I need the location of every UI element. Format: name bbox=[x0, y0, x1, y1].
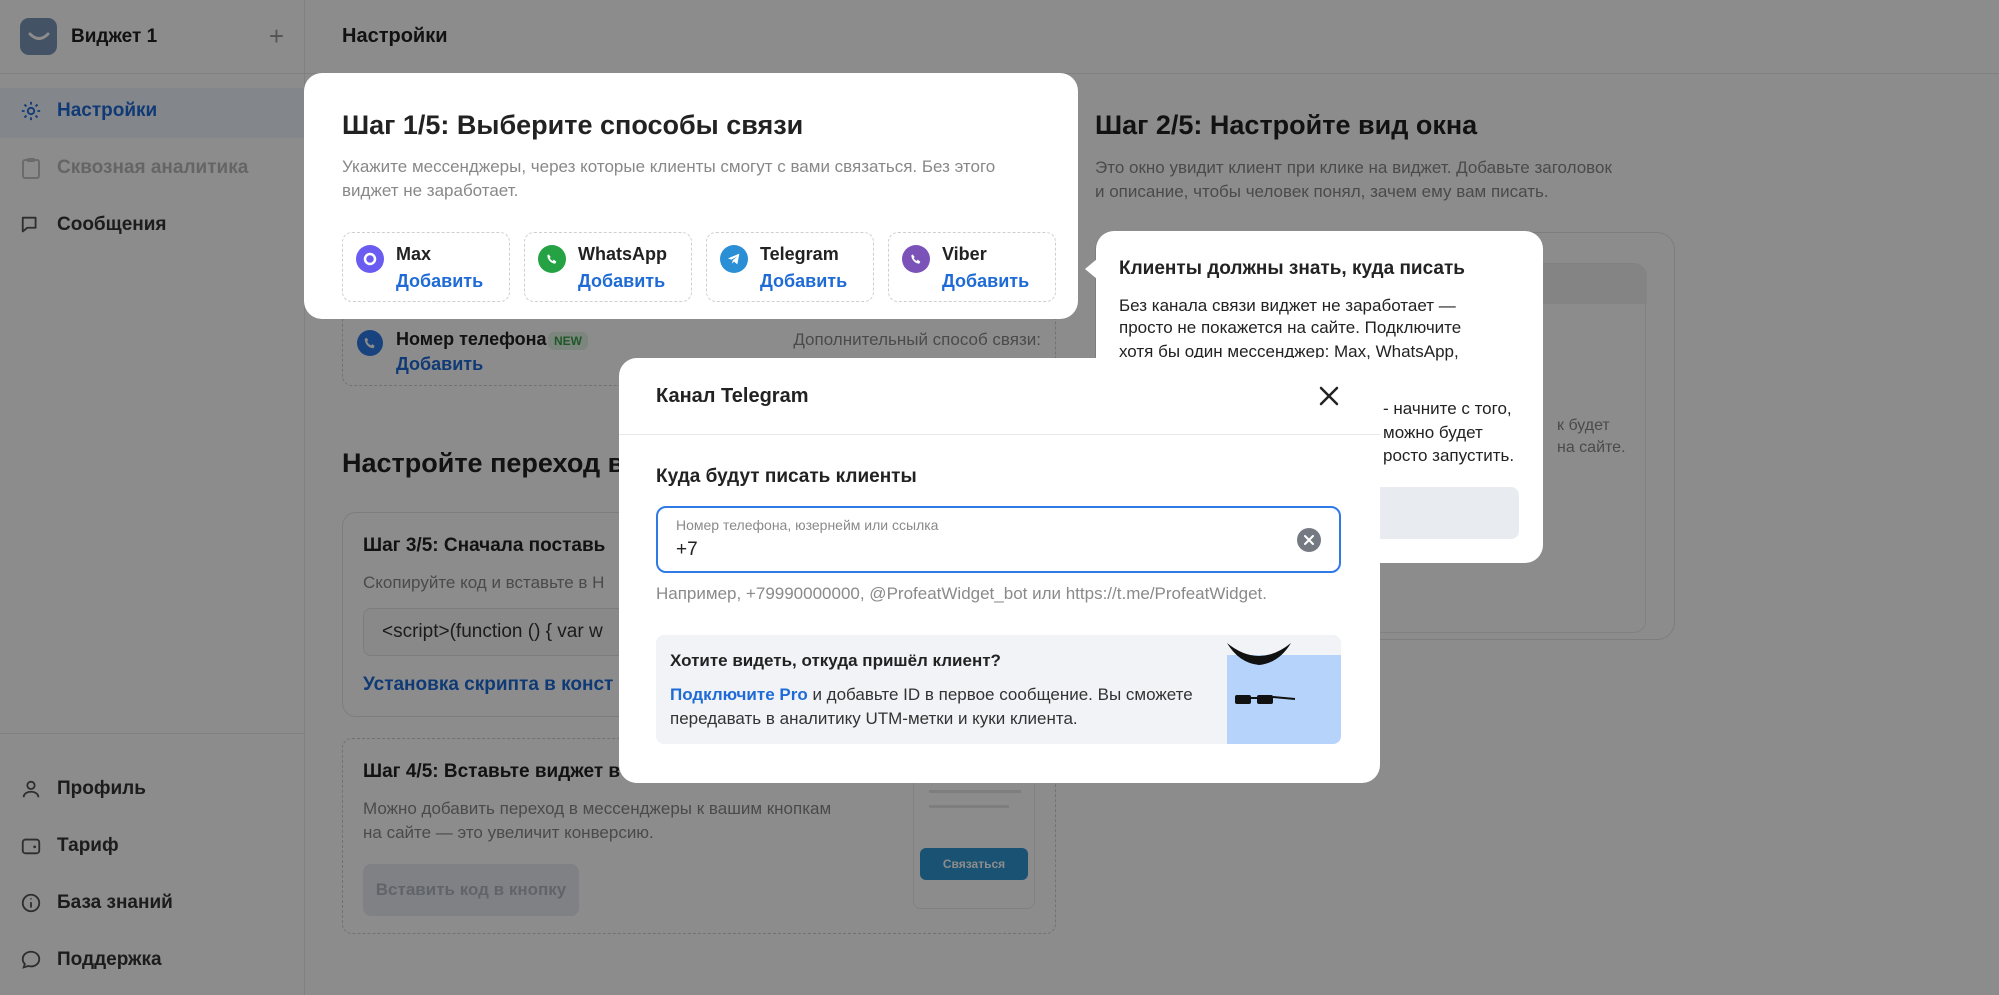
messenger-viber[interactable]: Viber Добавить bbox=[888, 232, 1056, 302]
step1-desc-line1: Укажите мессенджеры, через которые клиен… bbox=[342, 157, 996, 176]
add-telegram-link[interactable]: Добавить bbox=[760, 271, 847, 292]
messenger-name: WhatsApp bbox=[578, 244, 667, 264]
input-hint: Например, +79990000000, @ProfeatWidget_b… bbox=[656, 584, 1267, 603]
tooltip-line: Без канала связи виджет не заработает — bbox=[1119, 296, 1456, 315]
section-label: Куда будут писать клиенты bbox=[656, 466, 917, 487]
pro-promo-title: Хотите видеть, откуда пришёл клиент? bbox=[670, 651, 1001, 670]
messenger-whatsapp[interactable]: WhatsApp Добавить bbox=[524, 232, 692, 302]
tooltip-line: можно будет bbox=[1383, 423, 1483, 442]
tooltip-line: росто запустить. bbox=[1383, 446, 1515, 465]
modal-header: Канал Telegram bbox=[619, 358, 1380, 435]
add-viber-link[interactable]: Добавить bbox=[942, 271, 1029, 292]
close-icon[interactable] bbox=[1315, 382, 1343, 410]
step1-desc-line2: виджет не заработает. bbox=[342, 181, 519, 200]
telegram-contact-input[interactable] bbox=[676, 539, 1276, 561]
viber-icon bbox=[902, 245, 930, 273]
telegram-channel-modal: Канал Telegram Куда будут писать клиенты… bbox=[619, 358, 1380, 783]
add-whatsapp-link[interactable]: Добавить bbox=[578, 271, 665, 292]
detective-illustration-icon bbox=[1227, 643, 1296, 704]
messenger-name: Max bbox=[396, 244, 432, 264]
step1-title: Шаг 1/5: Выберите способы связи bbox=[342, 110, 804, 140]
modal-title: Канал Telegram bbox=[656, 384, 809, 407]
messenger-max[interactable]: Max Добавить bbox=[342, 232, 510, 302]
input-floating-label: Номер телефона, юзернейм или ссылка bbox=[676, 517, 939, 533]
tooltip-title: Клиенты должны знать, куда писать bbox=[1119, 258, 1465, 279]
add-max-link[interactable]: Добавить bbox=[396, 271, 483, 292]
clear-input-icon[interactable] bbox=[1297, 528, 1321, 552]
connect-pro-link[interactable]: Подключите Pro bbox=[670, 685, 808, 704]
pro-promo-box: Хотите видеть, откуда пришёл клиент? Под… bbox=[656, 635, 1341, 744]
telegram-icon bbox=[720, 245, 748, 273]
tooltip-line: - начните с того, bbox=[1383, 399, 1512, 418]
telegram-contact-field[interactable]: Номер телефона, юзернейм или ссылка bbox=[656, 506, 1341, 573]
pro-promo-illustration bbox=[1227, 643, 1341, 744]
step1-panel: Шаг 1/5: Выберите способы связи Укажите … bbox=[304, 73, 1078, 319]
whatsapp-icon bbox=[538, 245, 566, 273]
messenger-name: Viber bbox=[942, 244, 987, 264]
pro-promo-text: Подключите Pro и добавьте ID в первое со… bbox=[670, 683, 1230, 731]
max-icon bbox=[356, 245, 384, 273]
messenger-name: Telegram bbox=[760, 244, 839, 264]
tooltip-line: просто не покажется на сайте. Подключите bbox=[1119, 318, 1462, 337]
messenger-telegram[interactable]: Telegram Добавить bbox=[706, 232, 874, 302]
